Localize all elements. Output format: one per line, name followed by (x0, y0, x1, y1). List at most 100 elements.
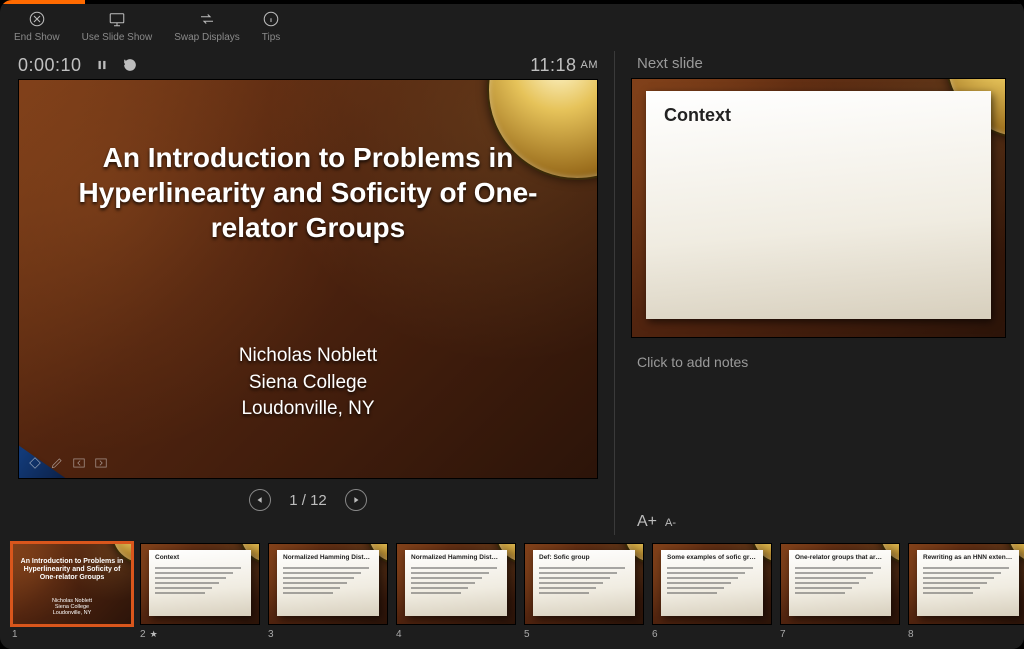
use-slide-show-button[interactable]: Use Slide Show (82, 10, 153, 43)
end-show-label: End Show (14, 32, 60, 43)
thumbnail-body-lines (283, 564, 373, 612)
thumbnail-body-lines (795, 564, 885, 612)
font-decrease-button[interactable]: A- (665, 517, 676, 529)
arrow-right-box-icon (94, 456, 108, 470)
prev-slide-button[interactable] (249, 489, 271, 511)
next-slide-column: Next slide Context Click to add notes A+… (631, 51, 1006, 535)
pointer-tool-button[interactable] (27, 456, 43, 470)
thumbnail-slide[interactable]: An Introduction to Problems in Hyperline… (12, 543, 132, 625)
toolbar: End Show Use Slide Show Swap Displays Ti… (0, 4, 1024, 51)
thumbnail-title: Normalized Hamming Distance (283, 554, 373, 561)
swap-icon (198, 10, 216, 28)
thumbnail-number: 3 (268, 625, 388, 640)
paper-decor: One-relator groups that are sofic (789, 550, 891, 616)
presenter-view-window: End Show Use Slide Show Swap Displays Ti… (0, 0, 1024, 649)
thumbnail[interactable]: One-relator groups that are sofic 7 (780, 543, 900, 641)
column-divider (614, 51, 615, 535)
thumbnail[interactable]: An Introduction to Problems in Hyperline… (12, 543, 132, 641)
use-slide-show-label: Use Slide Show (82, 32, 153, 43)
paper-decor: Def: Sofic group (533, 550, 635, 616)
clock-ampm: AM (581, 59, 599, 71)
star-icon: ★ (150, 629, 158, 640)
thumbnail-slide[interactable]: Normalized Hamming Distance (396, 543, 516, 625)
thumbnail-body-lines (539, 564, 629, 612)
thumbnail-slide[interactable]: One-relator groups that are sofic (780, 543, 900, 625)
paper-decor: Normalized Hamming Distance (405, 550, 507, 616)
thumbnail[interactable]: Normalized Hamming Distance 4 (396, 543, 516, 641)
thumbnail-title: Normalized Hamming Distance (411, 554, 501, 561)
progress-fill (0, 0, 85, 4)
diamond-icon (28, 456, 42, 470)
swap-displays-label: Swap Displays (174, 32, 240, 43)
thumbnail-title: An Introduction to Problems in Hyperline… (19, 558, 125, 582)
close-circle-icon (28, 10, 46, 28)
thumbnail-body-lines (667, 564, 757, 612)
thumbnail[interactable]: Context 2 ★ (140, 543, 260, 641)
notes-input[interactable]: Click to add notes (631, 350, 1006, 507)
paper-decor: Normalized Hamming Distance (277, 550, 379, 616)
thumbnail-slide[interactable]: Context (140, 543, 260, 625)
thumbnail-number: 1 (12, 625, 132, 640)
thumbnail[interactable]: Def: Sofic group 5 (524, 543, 644, 641)
arrow-left-box-icon (72, 456, 86, 470)
progress-strip (0, 0, 1024, 4)
thumbnail-title: Def: Sofic group (539, 554, 629, 561)
thumbnail-number: 8 (908, 625, 1024, 640)
info-icon (262, 10, 280, 28)
font-increase-button[interactable]: A+ (637, 513, 657, 531)
reset-icon (123, 58, 137, 72)
pause-timer-button[interactable] (94, 57, 110, 73)
slide-title: An Introduction to Problems in Hyperline… (59, 140, 557, 245)
paper-decor: Rewriting as an HNN extension (917, 550, 1019, 616)
thumbnail-number: 4 (396, 625, 516, 640)
thumbnail-slide[interactable]: Def: Sofic group (524, 543, 644, 625)
thumbnail-title: One-relator groups that are sofic (795, 554, 885, 561)
paper-decor: Context (646, 91, 991, 319)
current-slide[interactable]: An Introduction to Problems in Hyperline… (18, 79, 598, 479)
main-row: 0:00:10 11:18 AM An Introduction to Prob… (0, 51, 1024, 535)
thumbnail[interactable]: Some examples of sofic groups6 (652, 543, 772, 641)
prev-overlay-button[interactable] (71, 456, 87, 470)
pencil-icon (50, 456, 64, 470)
notes-font-controls: A+ A- (631, 507, 1006, 535)
next-slide-button[interactable] (345, 489, 367, 511)
tips-label: Tips (262, 32, 281, 43)
paper-decor: Some examples of sofic groups (661, 550, 763, 616)
triangle-right-icon (351, 495, 361, 505)
next-slide[interactable]: Context (631, 78, 1006, 338)
slide-nav: 1 / 12 (18, 479, 598, 515)
slide-position: 1 / 12 (289, 492, 327, 509)
slide-overlay-tools (27, 456, 109, 470)
thumbnail-number: 5 (524, 625, 644, 640)
pen-tool-button[interactable] (49, 456, 65, 470)
thumbnail-slide[interactable]: Normalized Hamming Distance (268, 543, 388, 625)
next-slide-title: Context (664, 105, 731, 126)
thumbnail-number: 7 (780, 625, 900, 640)
paper-decor: Context (149, 550, 251, 616)
thumbnail[interactable]: Normalized Hamming Distance 3 (268, 543, 388, 641)
end-show-button[interactable]: End Show (14, 10, 60, 43)
elapsed-time: 0:00:10 (18, 55, 82, 76)
thumbnail-title: Rewriting as an HNN extension (923, 554, 1013, 561)
pause-icon (95, 58, 109, 72)
thumbnail-body-lines (411, 564, 501, 612)
reset-timer-button[interactable] (122, 57, 138, 73)
timer-bar: 0:00:10 11:18 AM (18, 51, 598, 79)
thumbnail-number: 2 ★ (140, 625, 260, 640)
triangle-left-icon (255, 495, 265, 505)
thumbnail[interactable]: Rewriting as an HNN extension 8 (908, 543, 1024, 641)
swap-displays-button[interactable]: Swap Displays (174, 10, 240, 43)
slide-author: Nicholas Noblett Siena College Loudonvil… (19, 343, 597, 423)
thumbnail-body-lines (155, 564, 245, 612)
presentation-icon (108, 10, 126, 28)
thumbnail-title: Context (155, 554, 245, 561)
clock-time: 11:18 (530, 55, 576, 76)
thumbnail-body-lines (923, 564, 1013, 612)
thumbnail-author: Nicholas Noblett Siena College Loudonvil… (13, 598, 131, 616)
next-slide-label: Next slide (631, 51, 1006, 78)
thumbnail-slide[interactable]: Rewriting as an HNN extension (908, 543, 1024, 625)
thumbnail-strip[interactable]: An Introduction to Problems in Hyperline… (0, 535, 1024, 649)
tips-button[interactable]: Tips (262, 10, 281, 43)
thumbnail-slide[interactable]: Some examples of sofic groups (652, 543, 772, 625)
next-overlay-button[interactable] (93, 456, 109, 470)
